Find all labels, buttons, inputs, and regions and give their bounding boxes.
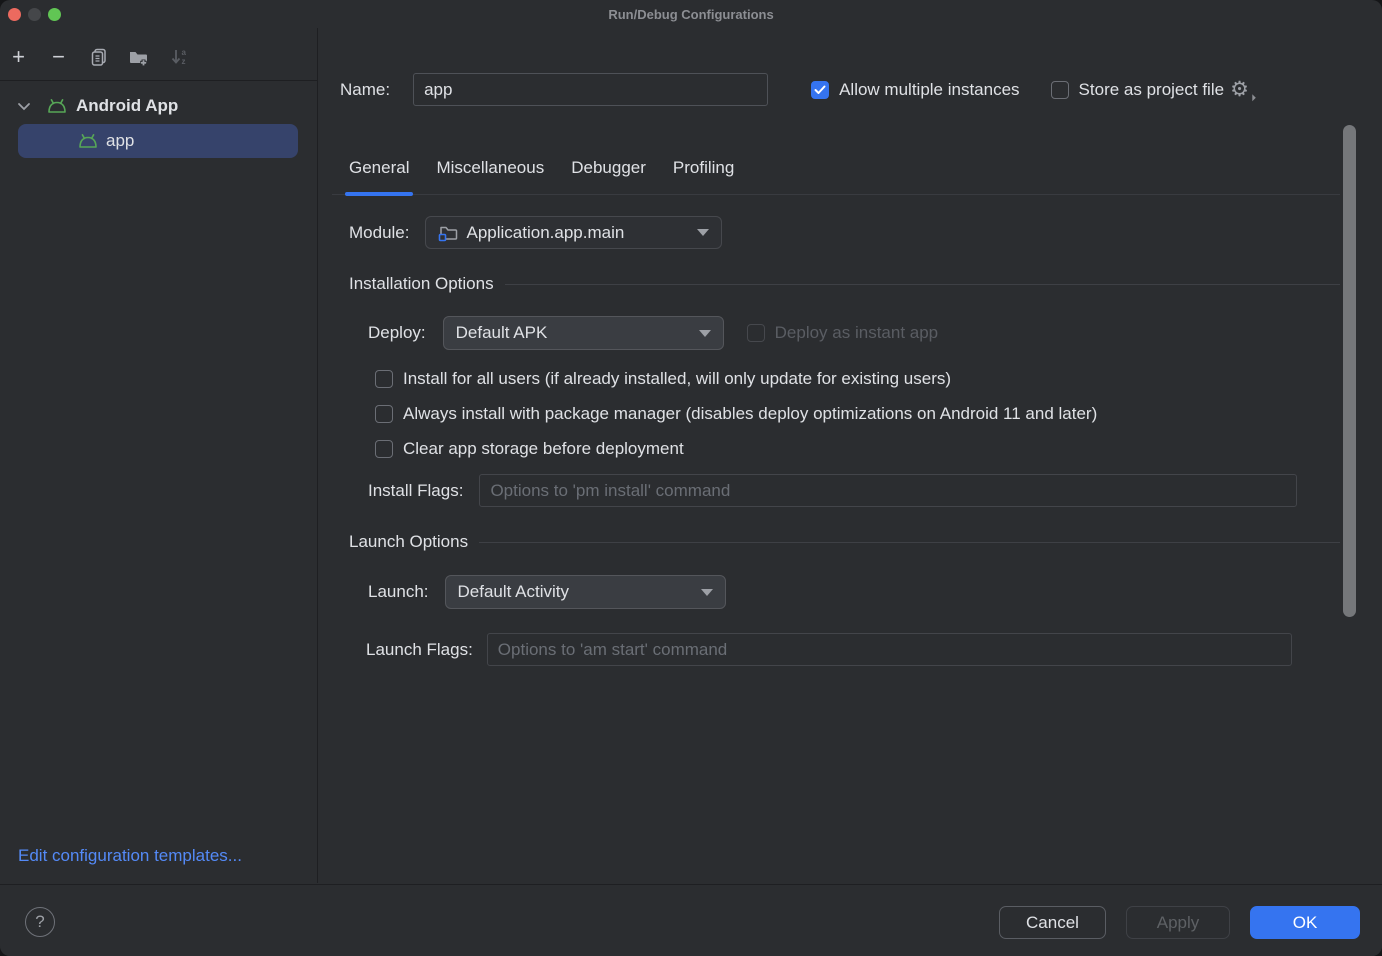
deploy-row: Deploy: Default APK Deploy as instant ap… xyxy=(368,316,938,350)
store-as-project-file-checkbox[interactable] xyxy=(1051,81,1069,99)
launch-value: Default Activity xyxy=(458,582,570,602)
footer-buttons: Cancel Apply OK xyxy=(999,906,1360,939)
sidebar-toolbar: + − xyxy=(8,46,189,67)
dropdown-arrow-icon xyxy=(701,589,713,596)
install-flags-input[interactable] xyxy=(479,474,1297,507)
launch-flags-label: Launch Flags: xyxy=(366,640,473,660)
module-icon xyxy=(438,224,459,242)
launch-label: Launch: xyxy=(368,582,429,602)
launch-flags-input[interactable] xyxy=(487,633,1292,666)
name-input[interactable] xyxy=(413,73,768,106)
tab-debugger[interactable]: Debugger xyxy=(571,158,646,193)
ok-button[interactable]: OK xyxy=(1250,906,1360,939)
zoom-window-button[interactable] xyxy=(48,8,61,21)
tree-group-android-app[interactable]: Android App xyxy=(0,90,178,122)
tree-group-label: Android App xyxy=(76,96,178,116)
allow-multiple-instances-checkbox[interactable] xyxy=(811,81,829,99)
svg-text:z: z xyxy=(181,57,185,66)
deploy-label: Deploy: xyxy=(368,323,426,343)
run-debug-configurations-dialog: Run/Debug Configurations + − xyxy=(0,0,1382,956)
module-dropdown[interactable]: Application.app.main xyxy=(425,216,722,249)
copy-configuration-icon[interactable] xyxy=(88,46,109,67)
chevron-down-icon[interactable] xyxy=(17,102,31,111)
name-label: Name: xyxy=(340,80,390,100)
add-configuration-icon[interactable]: + xyxy=(8,46,29,67)
launch-options-header: Launch Options xyxy=(349,532,1340,552)
tab-general[interactable]: General xyxy=(349,158,409,193)
dropdown-arrow-icon xyxy=(699,330,711,337)
close-window-button[interactable] xyxy=(8,8,21,21)
allow-multiple-instances-label[interactable]: Allow multiple instances xyxy=(839,80,1019,100)
new-folder-icon[interactable] xyxy=(128,46,149,67)
module-row: Module: Application.app.main xyxy=(349,216,722,249)
always-install-package-manager-label[interactable]: Always install with package manager (dis… xyxy=(403,404,1097,424)
launch-row: Launch: Default Activity xyxy=(368,575,726,609)
module-label: Module: xyxy=(349,223,409,243)
launch-options-title: Launch Options xyxy=(349,532,468,552)
always-install-package-manager-checkbox[interactable] xyxy=(375,405,393,423)
installation-options-title: Installation Options xyxy=(349,274,494,294)
launch-dropdown[interactable]: Default Activity xyxy=(445,575,726,609)
section-divider xyxy=(479,542,1340,543)
launch-flags-row: Launch Flags: xyxy=(366,633,1292,666)
section-divider xyxy=(505,284,1340,285)
remove-configuration-icon[interactable]: − xyxy=(48,46,69,67)
configuration-editor-panel: Name: Allow multiple instances Store as … xyxy=(318,28,1382,883)
clear-app-storage-checkbox[interactable] xyxy=(375,440,393,458)
install-for-all-users-row: Install for all users (if already instal… xyxy=(375,369,951,389)
sidebar-toolbar-divider xyxy=(0,80,317,81)
apply-button: Apply xyxy=(1126,906,1230,939)
name-row: Name: Allow multiple instances Store as … xyxy=(340,73,1370,106)
svg-text:a: a xyxy=(181,48,186,57)
install-flags-row: Install Flags: xyxy=(368,474,1297,507)
deploy-value: Default APK xyxy=(456,323,548,343)
edit-configuration-templates-link[interactable]: Edit configuration templates... xyxy=(18,846,242,866)
deploy-as-instant-app-checkbox xyxy=(747,324,765,342)
store-as-project-file-label[interactable]: Store as project file xyxy=(1079,80,1225,100)
clear-app-storage-row: Clear app storage before deployment xyxy=(375,439,684,459)
tab-profiling[interactable]: Profiling xyxy=(673,158,734,193)
gear-icon[interactable]: ⚙ xyxy=(1230,79,1249,100)
installation-options-header: Installation Options xyxy=(349,274,1340,294)
tab-miscellaneous[interactable]: Miscellaneous xyxy=(436,158,544,193)
window-title: Run/Debug Configurations xyxy=(608,7,773,22)
dialog-footer: ? Cancel Apply OK xyxy=(0,884,1382,956)
title-bar: Run/Debug Configurations xyxy=(0,0,1382,28)
module-value: Application.app.main xyxy=(466,223,624,243)
android-icon xyxy=(77,133,99,149)
help-button[interactable]: ? xyxy=(25,907,55,937)
install-for-all-users-checkbox[interactable] xyxy=(375,370,393,388)
android-icon xyxy=(46,98,68,114)
minimize-window-button xyxy=(28,8,41,21)
tab-bar: General Miscellaneous Debugger Profiling xyxy=(349,158,734,193)
deploy-dropdown[interactable]: Default APK xyxy=(443,316,724,350)
tree-item-label: app xyxy=(106,131,134,151)
deploy-as-instant-app-label: Deploy as instant app xyxy=(775,323,939,343)
vertical-scrollbar-thumb[interactable] xyxy=(1343,125,1356,617)
install-flags-label: Install Flags: xyxy=(368,481,463,501)
clear-app-storage-label[interactable]: Clear app storage before deployment xyxy=(403,439,684,459)
help-icon: ? xyxy=(35,912,44,932)
cancel-button[interactable]: Cancel xyxy=(999,906,1106,939)
dropdown-arrow-icon xyxy=(697,229,709,236)
sort-configurations-icon: a z xyxy=(168,46,189,67)
traffic-lights xyxy=(8,8,61,21)
configurations-sidebar: + − xyxy=(0,28,318,883)
tree-item-app-selected[interactable]: app xyxy=(18,124,298,158)
tabs-divider xyxy=(332,194,1340,195)
always-install-package-manager-row: Always install with package manager (dis… xyxy=(375,404,1097,424)
install-for-all-users-label[interactable]: Install for all users (if already instal… xyxy=(403,369,951,389)
